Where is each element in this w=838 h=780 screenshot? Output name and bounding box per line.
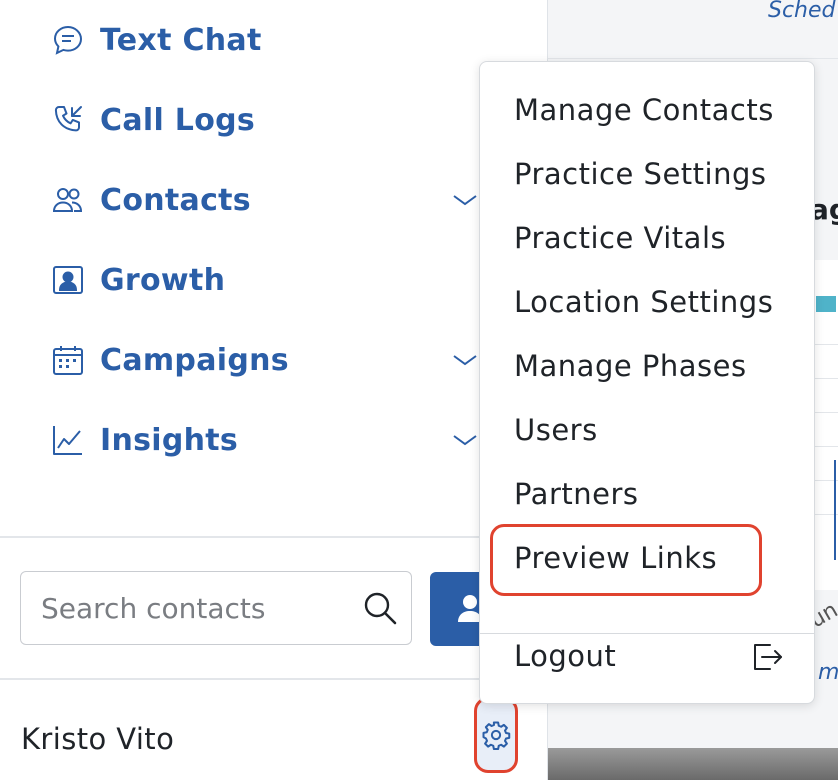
menu-item-preview-links[interactable]: Preview Links	[514, 541, 717, 575]
background-text: mp	[818, 660, 838, 685]
nav-item-campaigns[interactable]: Campaigns	[50, 338, 289, 382]
menu-item-location-settings[interactable]: Location Settings	[514, 285, 773, 319]
nav-item-label: Growth	[100, 262, 226, 298]
logout-icon[interactable]	[750, 640, 784, 674]
menu-item-logout[interactable]: Logout	[514, 639, 616, 673]
nav-item-text-chat[interactable]: Text Chat	[50, 18, 262, 62]
chevron-down-icon[interactable]	[450, 190, 480, 210]
menu-item-practice-vitals[interactable]: Practice Vitals	[514, 221, 726, 255]
chat-bubble-icon	[50, 22, 86, 58]
menu-divider	[480, 633, 814, 634]
menu-item-users[interactable]: Users	[514, 413, 598, 447]
chevron-down-icon[interactable]	[450, 350, 480, 370]
line-chart-icon	[50, 422, 86, 458]
bottom-bar	[548, 748, 838, 780]
user-name: Kristo Vito	[21, 722, 175, 756]
nav-item-contacts[interactable]: Contacts	[50, 178, 251, 222]
search-box	[20, 571, 412, 645]
nav-item-growth[interactable]: Growth	[50, 258, 225, 302]
sidebar: Text Chat Call Logs Contacts Growth Camp…	[0, 0, 547, 780]
gear-icon	[482, 721, 511, 750]
nav-item-label: Text Chat	[100, 22, 262, 58]
menu-item-manage-contacts[interactable]: Manage Contacts	[514, 93, 774, 127]
settings-button[interactable]	[474, 697, 518, 773]
nav-item-label: Campaigns	[100, 342, 289, 378]
nav-item-label: Insights	[100, 422, 239, 458]
search-icon[interactable]	[362, 590, 398, 626]
phone-incoming-icon	[50, 102, 86, 138]
nav-item-insights[interactable]: Insights	[50, 418, 238, 462]
search-input[interactable]	[41, 590, 341, 626]
menu-item-manage-phases[interactable]: Manage Phases	[514, 349, 747, 383]
divider	[0, 678, 547, 680]
nav-item-call-logs[interactable]: Call Logs	[50, 98, 255, 142]
nav-item-label: Contacts	[100, 182, 251, 218]
divider	[548, 58, 838, 59]
nav-item-label: Call Logs	[100, 102, 256, 138]
menu-item-partners[interactable]: Partners	[514, 477, 639, 511]
calendar-icon	[50, 342, 86, 378]
background-text: Sched	[768, 0, 836, 23]
divider	[0, 536, 547, 538]
menu-item-practice-settings[interactable]: Practice Settings	[514, 157, 767, 191]
contact-card-icon	[50, 262, 86, 298]
users-icon	[50, 182, 86, 218]
settings-dropdown-menu: Manage Contacts Practice Settings Practi…	[479, 61, 815, 704]
legend-swatch	[816, 296, 836, 312]
chevron-down-icon[interactable]	[450, 430, 480, 450]
chart-line	[834, 460, 836, 560]
